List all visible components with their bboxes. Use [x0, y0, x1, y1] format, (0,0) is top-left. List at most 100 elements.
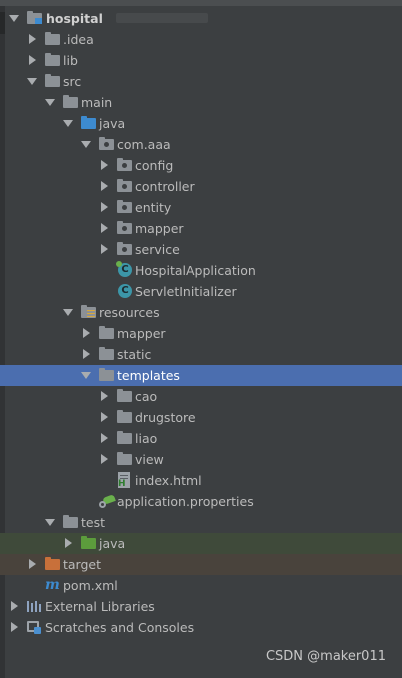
tree-node-target[interactable]: target: [0, 554, 402, 575]
html-file-icon: H: [118, 472, 130, 489]
tree-node-config[interactable]: config: [0, 155, 402, 176]
tree-node-test-java[interactable]: java: [0, 533, 402, 554]
libraries-icon: [27, 601, 41, 612]
package-icon: [117, 179, 132, 192]
tree-node-label: liao: [135, 431, 158, 446]
expand-arrow-icon[interactable]: [62, 533, 74, 554]
collapse-arrow-icon[interactable]: [62, 113, 74, 134]
tree-node-label: view: [135, 452, 164, 467]
expand-arrow-icon[interactable]: [98, 155, 110, 176]
tree-node-hospital[interactable]: hospital: [0, 8, 402, 29]
package-icon: [117, 221, 132, 234]
tree-node-label: ServletInitializer: [135, 284, 237, 299]
collapse-arrow-icon[interactable]: [80, 134, 92, 155]
expand-arrow-icon[interactable]: [98, 407, 110, 428]
expand-arrow-icon[interactable]: [8, 596, 20, 617]
tree-node-label: mapper: [135, 221, 184, 236]
tree-node-templates[interactable]: templates: [0, 365, 402, 386]
tree-node-test[interactable]: test: [0, 512, 402, 533]
package-icon: [99, 137, 114, 150]
tree-node-index-html[interactable]: H index.html: [0, 470, 402, 491]
folder-icon: [45, 32, 60, 45]
tree-node-mapper[interactable]: mapper: [0, 218, 402, 239]
tree-node-external-libraries[interactable]: External Libraries: [0, 596, 402, 617]
tree-node-main[interactable]: main: [0, 92, 402, 113]
tree-node-label: pom.xml: [63, 578, 118, 593]
folder-icon: [99, 368, 114, 381]
tree-node-label: lib: [63, 53, 78, 68]
tree-node-label: drugstore: [135, 410, 196, 425]
tree-node-scratches[interactable]: Scratches and Consoles: [0, 617, 402, 638]
class-icon: C: [118, 284, 132, 298]
tree-node-label: com.aaa: [117, 137, 171, 152]
expand-arrow-icon[interactable]: [98, 218, 110, 239]
tree-node-resources-mapper[interactable]: mapper: [0, 323, 402, 344]
expand-arrow-icon[interactable]: [80, 344, 92, 365]
expand-arrow-icon[interactable]: [80, 323, 92, 344]
project-tree[interactable]: hospital .idea lib src main java com.aaa: [0, 8, 402, 638]
package-icon: [117, 242, 132, 255]
folder-icon: [63, 515, 78, 528]
collapse-arrow-icon[interactable]: [80, 365, 92, 386]
collapse-arrow-icon[interactable]: [44, 512, 56, 533]
blurred-path: [116, 13, 208, 23]
tree-node-static[interactable]: static: [0, 344, 402, 365]
tree-node-service[interactable]: service: [0, 239, 402, 260]
excluded-folder-icon: [45, 557, 60, 570]
tree-node-label: HospitalApplication: [135, 263, 256, 278]
tree-node-label: .idea: [63, 32, 94, 47]
expand-arrow-icon[interactable]: [98, 239, 110, 260]
expand-arrow-icon[interactable]: [98, 176, 110, 197]
tree-node-hospital-application[interactable]: C HospitalApplication: [0, 260, 402, 281]
tree-node-label: target: [63, 557, 102, 572]
tree-node-java[interactable]: java: [0, 113, 402, 134]
watermark: CSDN @maker011: [265, 649, 386, 664]
spring-boot-class-icon: C: [116, 261, 132, 277]
tree-node-label: hospital: [46, 11, 103, 26]
tree-node-label: External Libraries: [45, 599, 155, 614]
expand-arrow-icon[interactable]: [8, 617, 20, 638]
tree-node-entity[interactable]: entity: [0, 197, 402, 218]
tree-node-view[interactable]: view: [0, 449, 402, 470]
expand-arrow-icon[interactable]: [26, 554, 38, 575]
tree-node-src[interactable]: src: [0, 71, 402, 92]
tree-node-cao[interactable]: cao: [0, 386, 402, 407]
tree-node-controller[interactable]: controller: [0, 176, 402, 197]
scratches-icon: [27, 621, 41, 634]
tree-node-com-aaa[interactable]: com.aaa: [0, 134, 402, 155]
expand-arrow-icon[interactable]: [98, 197, 110, 218]
tree-node-label: java: [99, 116, 126, 131]
tree-node-label: index.html: [135, 473, 202, 488]
collapse-arrow-icon[interactable]: [26, 71, 38, 92]
tree-node-label: config: [135, 158, 174, 173]
expand-arrow-icon[interactable]: [98, 428, 110, 449]
tree-node-servlet-initializer[interactable]: C ServletInitializer: [0, 281, 402, 302]
expand-arrow-icon[interactable]: [98, 386, 110, 407]
tree-node-resources[interactable]: resources: [0, 302, 402, 323]
tree-node-label: src: [63, 74, 82, 89]
tree-node-application-properties[interactable]: application.properties: [0, 491, 402, 512]
module-folder-icon: [27, 11, 42, 24]
tree-node-idea[interactable]: .idea: [0, 29, 402, 50]
tree-node-liao[interactable]: liao: [0, 428, 402, 449]
collapse-arrow-icon[interactable]: [44, 92, 56, 113]
tree-node-label: controller: [135, 179, 195, 194]
tree-node-lib[interactable]: lib: [0, 50, 402, 71]
folder-icon: [117, 389, 132, 402]
tree-node-drugstore[interactable]: drugstore: [0, 407, 402, 428]
expand-arrow-icon[interactable]: [98, 449, 110, 470]
resources-folder-icon: [81, 305, 96, 318]
tree-node-label: test: [81, 515, 106, 530]
maven-icon: m: [45, 577, 60, 593]
test-folder-icon: [81, 536, 96, 549]
expand-arrow-icon[interactable]: [26, 29, 38, 50]
collapse-arrow-icon[interactable]: [62, 302, 74, 323]
collapse-arrow-icon[interactable]: [8, 8, 20, 29]
tree-node-label: java: [99, 536, 126, 551]
expand-arrow-icon[interactable]: [26, 50, 38, 71]
folder-icon: [99, 347, 114, 360]
tree-node-label: entity: [135, 200, 172, 215]
folder-icon: [117, 452, 132, 465]
tree-node-label: service: [135, 242, 180, 257]
tree-node-pom-xml[interactable]: m pom.xml: [0, 575, 402, 596]
